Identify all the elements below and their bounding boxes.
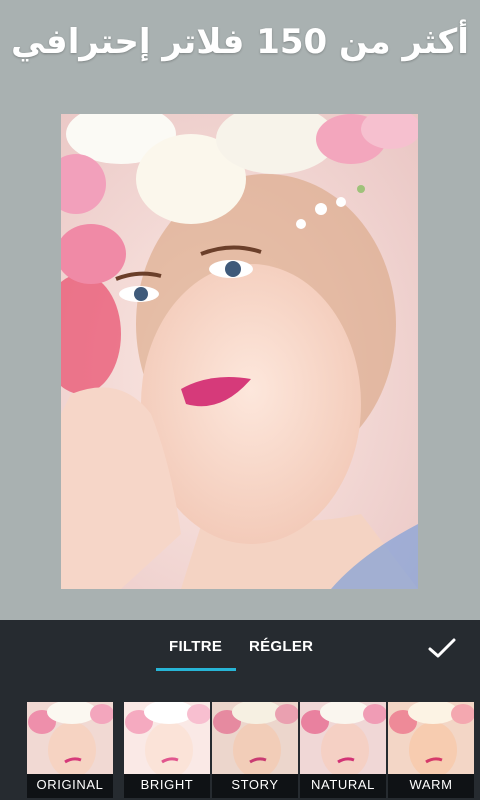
- photo-preview: [61, 114, 418, 589]
- editor-panel: FILTRE RÉGLER ORIGINAL BRIGHT STORY NATU…: [0, 620, 480, 800]
- filter-strip: ORIGINAL BRIGHT STORY NATURAL WARM: [0, 702, 480, 800]
- active-tab-indicator: [156, 668, 236, 671]
- filter-thumbnail: [388, 702, 474, 774]
- filter-thumbnail: [212, 702, 298, 774]
- filter-label: NATURAL: [300, 774, 386, 798]
- filter-warm[interactable]: WARM: [388, 702, 474, 798]
- filter-label: BRIGHT: [124, 774, 210, 798]
- filter-thumbnail: [27, 702, 113, 774]
- filter-label: STORY: [212, 774, 298, 798]
- filter-thumbnail: [124, 702, 210, 774]
- filter-natural[interactable]: NATURAL: [300, 702, 386, 798]
- filter-original[interactable]: ORIGINAL: [27, 702, 113, 798]
- checkmark-icon: [428, 638, 456, 658]
- portrait-image: [61, 114, 418, 589]
- tab-bar: FILTRE RÉGLER: [0, 620, 480, 676]
- filter-thumbnail: [300, 702, 386, 774]
- tab-regler[interactable]: RÉGLER: [249, 638, 313, 655]
- apply-button[interactable]: [426, 634, 458, 662]
- filter-label: ORIGINAL: [27, 774, 113, 798]
- filter-bright[interactable]: BRIGHT: [124, 702, 210, 798]
- tab-filtre[interactable]: FILTRE: [169, 638, 222, 655]
- filter-label: WARM: [388, 774, 474, 798]
- promo-headline: أكثر من 150 فلاتر إحترافي: [11, 22, 469, 62]
- filter-story[interactable]: STORY: [212, 702, 298, 798]
